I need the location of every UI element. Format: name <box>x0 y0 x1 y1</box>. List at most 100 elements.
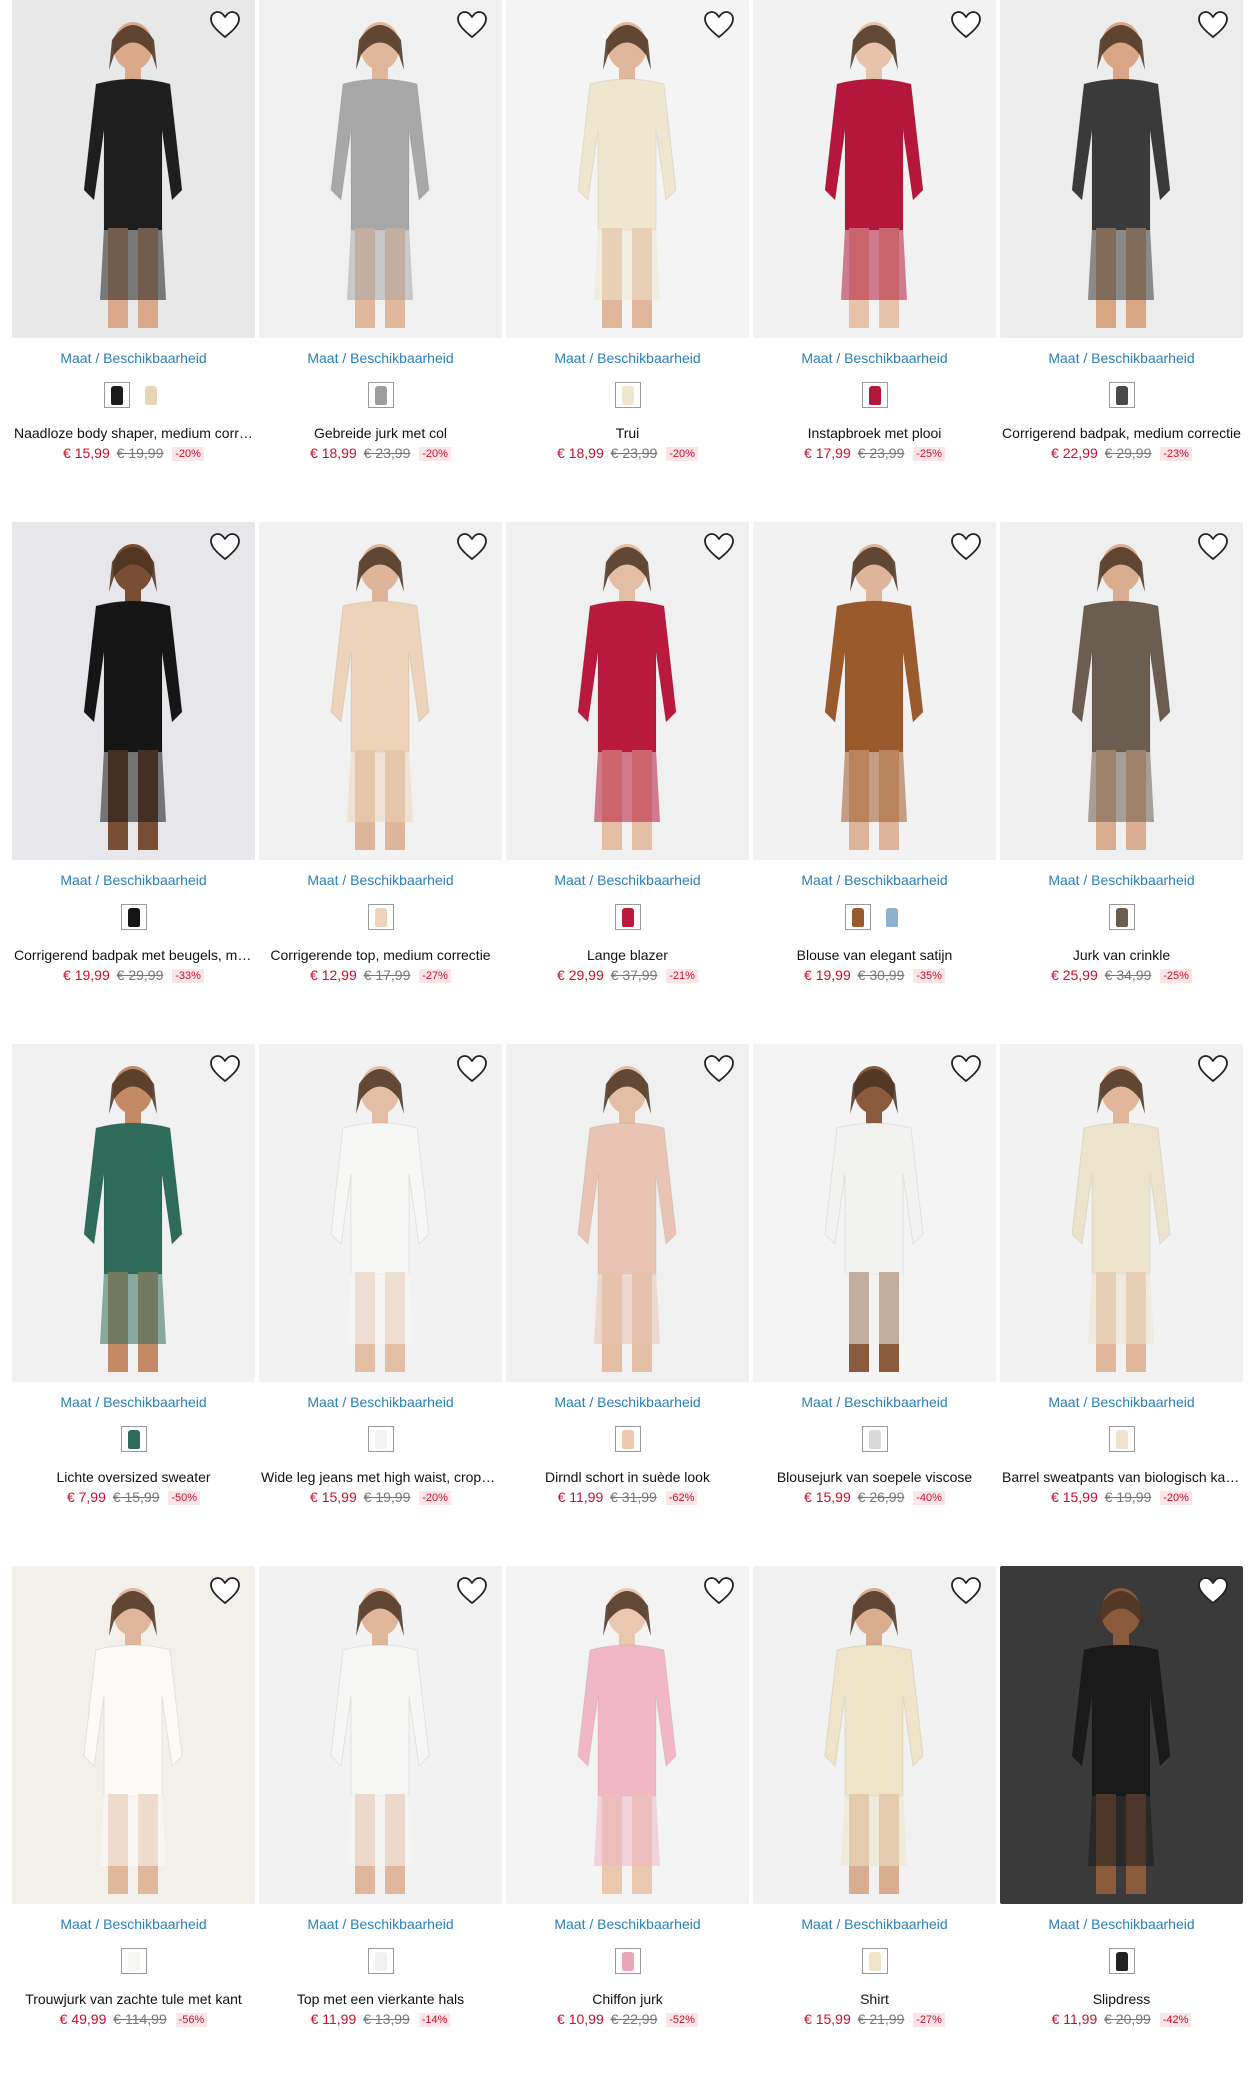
color-swatch[interactable] <box>878 904 905 930</box>
color-swatch[interactable] <box>861 1426 888 1452</box>
color-swatch[interactable] <box>614 1426 641 1452</box>
product-image[interactable] <box>12 1566 255 1904</box>
color-swatch[interactable] <box>367 904 394 930</box>
product-image[interactable] <box>259 522 502 860</box>
product-card[interactable]: Maat / Beschikbaarheid Top met een vierk… <box>259 1566 502 2027</box>
color-swatch[interactable] <box>120 1948 147 1974</box>
product-card[interactable]: Maat / Beschikbaarheid Chiffon jurk € 10… <box>506 1566 749 2027</box>
product-name[interactable]: Blouse van elegant satijn <box>753 947 996 963</box>
product-image[interactable] <box>1000 522 1243 860</box>
wishlist-heart-icon[interactable] <box>1197 10 1229 40</box>
product-card[interactable]: Maat / Beschikbaarheid Gebreide jurk met… <box>259 0 502 461</box>
product-card[interactable]: Maat / Beschikbaarheid Instapbroek met p… <box>753 0 996 461</box>
wishlist-heart-icon[interactable] <box>209 10 241 40</box>
color-swatch[interactable] <box>367 1948 394 1974</box>
product-name[interactable]: Top met een vierkante hals <box>259 1991 502 2007</box>
wishlist-heart-icon[interactable] <box>703 532 735 562</box>
product-card[interactable]: Maat / Beschikbaarheid Wide leg jeans me… <box>259 1044 502 1505</box>
product-image[interactable] <box>1000 1044 1243 1382</box>
product-image[interactable] <box>1000 1566 1243 1904</box>
color-swatch[interactable] <box>861 382 888 408</box>
product-name[interactable]: Corrigerend badpak met beugels, medium c… <box>12 947 255 963</box>
wishlist-heart-icon[interactable] <box>209 532 241 562</box>
product-card[interactable]: Maat / Beschikbaarheid Blouse van elegan… <box>753 522 996 983</box>
product-card[interactable]: Maat / Beschikbaarheid Trouwjurk van zac… <box>12 1566 255 2027</box>
product-image[interactable] <box>259 1044 502 1382</box>
size-availability-link[interactable]: Maat / Beschikbaarheid <box>753 350 996 368</box>
product-name[interactable]: Trui <box>506 425 749 441</box>
product-name[interactable]: Lichte oversized sweater <box>12 1469 255 1485</box>
wishlist-heart-icon[interactable] <box>456 532 488 562</box>
product-image[interactable] <box>753 0 996 338</box>
wishlist-heart-icon[interactable] <box>950 10 982 40</box>
wishlist-heart-icon[interactable] <box>950 1054 982 1084</box>
product-name[interactable]: Naadloze body shaper, medium correctie <box>12 425 255 441</box>
size-availability-link[interactable]: Maat / Beschikbaarheid <box>259 350 502 368</box>
product-image[interactable] <box>12 1044 255 1382</box>
product-card[interactable]: Maat / Beschikbaarheid Lichte oversized … <box>12 1044 255 1505</box>
color-swatch[interactable] <box>367 1426 394 1452</box>
size-availability-link[interactable]: Maat / Beschikbaarheid <box>753 1394 996 1412</box>
color-swatch[interactable] <box>137 382 164 408</box>
product-image[interactable] <box>12 522 255 860</box>
product-card[interactable]: Maat / Beschikbaarheid Lange blazer € 29… <box>506 522 749 983</box>
product-card[interactable]: Maat / Beschikbaarheid Corrigerend badpa… <box>12 522 255 983</box>
size-availability-link[interactable]: Maat / Beschikbaarheid <box>12 872 255 890</box>
product-card[interactable]: Maat / Beschikbaarheid Barrel sweatpants… <box>1000 1044 1243 1505</box>
product-name[interactable]: Shirt <box>753 1991 996 2007</box>
product-name[interactable]: Blousejurk van soepele viscose <box>753 1469 996 1485</box>
wishlist-heart-icon[interactable] <box>703 1576 735 1606</box>
size-availability-link[interactable]: Maat / Beschikbaarheid <box>506 872 749 890</box>
product-name[interactable]: Wide leg jeans met high waist, cropped <box>259 1469 502 1485</box>
wishlist-heart-icon[interactable] <box>950 532 982 562</box>
product-name[interactable]: Dirndl schort in suède look <box>506 1469 749 1485</box>
color-swatch[interactable] <box>103 382 130 408</box>
product-card[interactable]: Maat / Beschikbaarheid Jurk van crinkle … <box>1000 522 1243 983</box>
wishlist-heart-icon[interactable] <box>703 10 735 40</box>
wishlist-heart-icon[interactable] <box>209 1054 241 1084</box>
size-availability-link[interactable]: Maat / Beschikbaarheid <box>753 872 996 890</box>
wishlist-heart-icon[interactable] <box>456 10 488 40</box>
wishlist-heart-icon[interactable] <box>1197 1054 1229 1084</box>
size-availability-link[interactable]: Maat / Beschikbaarheid <box>506 1916 749 1934</box>
product-card[interactable]: Maat / Beschikbaarheid Shirt € 15,99 € 2… <box>753 1566 996 2027</box>
product-name[interactable]: Corrigerend badpak, medium correctie <box>1000 425 1243 441</box>
wishlist-heart-icon[interactable] <box>1197 532 1229 562</box>
wishlist-heart-icon[interactable] <box>1197 1576 1229 1606</box>
product-image[interactable] <box>1000 0 1243 338</box>
product-name[interactable]: Instapbroek met plooi <box>753 425 996 441</box>
size-availability-link[interactable]: Maat / Beschikbaarheid <box>1000 1394 1243 1412</box>
size-availability-link[interactable]: Maat / Beschikbaarheid <box>259 1394 502 1412</box>
color-swatch[interactable] <box>1108 1426 1135 1452</box>
wishlist-heart-icon[interactable] <box>703 1054 735 1084</box>
product-image[interactable] <box>753 1044 996 1382</box>
product-name[interactable]: Chiffon jurk <box>506 1991 749 2007</box>
product-image[interactable] <box>12 0 255 338</box>
product-name[interactable]: Slipdress <box>1000 1991 1243 2007</box>
size-availability-link[interactable]: Maat / Beschikbaarheid <box>506 350 749 368</box>
product-card[interactable]: Maat / Beschikbaarheid Blousejurk van so… <box>753 1044 996 1505</box>
size-availability-link[interactable]: Maat / Beschikbaarheid <box>1000 350 1243 368</box>
size-availability-link[interactable]: Maat / Beschikbaarheid <box>1000 872 1243 890</box>
wishlist-heart-icon[interactable] <box>456 1054 488 1084</box>
wishlist-heart-icon[interactable] <box>456 1576 488 1606</box>
product-name[interactable]: Corrigerende top, medium correctie <box>259 947 502 963</box>
product-name[interactable]: Jurk van crinkle <box>1000 947 1243 963</box>
size-availability-link[interactable]: Maat / Beschikbaarheid <box>506 1394 749 1412</box>
color-swatch[interactable] <box>844 904 871 930</box>
color-swatch[interactable] <box>614 904 641 930</box>
color-swatch[interactable] <box>614 1948 641 1974</box>
color-swatch[interactable] <box>861 1948 888 1974</box>
product-card[interactable]: Maat / Beschikbaarheid Trui € 18,99 € 23… <box>506 0 749 461</box>
product-name[interactable]: Gebreide jurk met col <box>259 425 502 441</box>
size-availability-link[interactable]: Maat / Beschikbaarheid <box>753 1916 996 1934</box>
product-image[interactable] <box>259 1566 502 1904</box>
product-card[interactable]: Maat / Beschikbaarheid Corrigerend badpa… <box>1000 0 1243 461</box>
size-availability-link[interactable]: Maat / Beschikbaarheid <box>1000 1916 1243 1934</box>
color-swatch[interactable] <box>1108 382 1135 408</box>
color-swatch[interactable] <box>614 382 641 408</box>
wishlist-heart-icon[interactable] <box>209 1576 241 1606</box>
size-availability-link[interactable]: Maat / Beschikbaarheid <box>12 1916 255 1934</box>
size-availability-link[interactable]: Maat / Beschikbaarheid <box>12 350 255 368</box>
product-image[interactable] <box>259 0 502 338</box>
